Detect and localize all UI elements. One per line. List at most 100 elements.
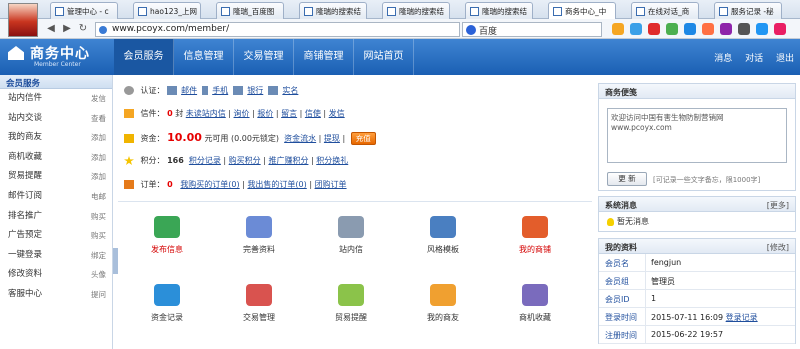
browser-tab[interactable]: 管理中心 - c [50,2,118,19]
trade-icon[interactable] [246,284,272,306]
user-avatar[interactable] [8,3,38,37]
reminder-icon[interactable] [338,284,364,306]
browser-tab[interactable]: 服务记录 -秘 [714,2,782,19]
quick-action-label[interactable]: 交易管理 [215,312,303,323]
quick-action[interactable]: 我的商友 [399,274,487,338]
sidebar-item[interactable]: 邮件订阅 电邮 [0,187,112,207]
unread-mail-link[interactable]: 未读站内信 [186,109,226,118]
sidebar-item-action[interactable]: 电邮 [91,187,106,207]
sidebar-item-label[interactable]: 贸易提醒 [8,171,42,181]
quick-action[interactable]: 资金记录 [123,274,211,338]
quick-action[interactable]: 风格模板 [399,206,487,270]
sidebar-item[interactable]: 我的商友 添加 [0,128,112,148]
sidebar-item[interactable]: 站内信件 发信 [0,89,112,109]
message-link[interactable]: 留言 [281,109,297,118]
inquiry-link[interactable]: 询价 [234,109,250,118]
sidebar-item-label[interactable]: 商机收藏 [8,152,42,162]
sidebar-item-label[interactable]: 广告预定 [8,230,42,240]
logo[interactable]: 商务中心 Member Center [8,42,116,72]
search-field[interactable]: 百度 [462,22,602,37]
quick-action-label[interactable]: 站内信 [307,244,395,255]
memo-update-button[interactable]: 更 新 [607,172,647,186]
quick-action-label[interactable]: 贸易提醒 [307,312,395,323]
browser-tab[interactable]: hao123_上网 [133,2,201,19]
extension-icon[interactable] [630,23,642,35]
sidebar-item-action[interactable]: 发信 [91,89,106,109]
quick-action[interactable]: 交易管理 [215,274,303,338]
memo-textarea[interactable]: 欢迎访问中国有害生物防制营销网 www.pcoyx.com [607,108,787,163]
nav-member-service[interactable]: 会员服务 [114,39,174,75]
auth-email-link[interactable]: 邮件 [181,86,197,95]
quick-action[interactable]: 商机收藏 [491,274,579,338]
quote-link[interactable]: 报价 [257,109,273,118]
template-icon[interactable] [430,216,456,238]
quick-action[interactable]: 完善资料 [215,206,303,270]
sidebar-item-action[interactable]: 提问 [91,285,106,305]
redeem-points-link[interactable]: 积分换礼 [316,156,348,165]
extension-icon[interactable] [684,23,696,35]
extension-icon[interactable] [612,23,624,35]
sidebar-item-action[interactable]: 购买 [91,207,106,227]
auth-bank-link[interactable]: 银行 [247,86,263,95]
browser-tab[interactable]: 隆瑞的搜索结 [465,2,533,19]
points-record-link[interactable]: 积分记录 [189,156,221,165]
profile-edit-link[interactable]: [修改] [767,242,789,253]
publish-icon[interactable] [154,216,180,238]
messages-link[interactable]: 消息 [714,54,732,64]
wechat-icon[interactable] [666,23,678,35]
chat-link[interactable]: 对话 [745,54,763,64]
sidebar-item-label[interactable]: 一键登录 [8,250,42,260]
sidebar-item[interactable]: 一键登录 绑定 [0,246,112,266]
sidebar-item[interactable]: 贸易提醒 添加 [0,167,112,187]
messenger-link[interactable]: 信使 [305,109,321,118]
sidebar-item-action[interactable]: 添加 [91,128,106,148]
sidebar-item-action[interactable]: 购买 [91,226,106,246]
sidebar-item-action[interactable]: 添加 [91,148,106,168]
profile-edit-icon[interactable] [246,216,272,238]
refresh-icon[interactable]: ↻ [76,22,90,36]
funds-record-icon[interactable] [154,284,180,306]
login-record-link[interactable]: 登录记录 [726,313,758,322]
browser-tab[interactable]: 隆瑞_百度图 [216,2,284,19]
sidebar-item-label[interactable]: 站内交谈 [8,113,42,123]
sidebar-item-label[interactable]: 邮件订阅 [8,191,42,201]
sidebar-item[interactable]: 商机收藏 添加 [0,148,112,168]
back-icon[interactable]: ◀ [44,22,58,36]
sidebar-item-label[interactable]: 排名推广 [8,211,42,221]
sidebar-item[interactable]: 排名推广 购买 [0,207,112,227]
quick-action[interactable]: 贸易提醒 [307,274,395,338]
quick-action[interactable]: 发布信息 [123,206,211,270]
quick-action-label[interactable]: 资金记录 [123,312,211,323]
friends-icon[interactable] [430,284,456,306]
extension-icon[interactable] [756,23,768,35]
quick-action-label[interactable]: 完善资料 [215,244,303,255]
auth-realname-link[interactable]: 实名 [282,86,298,95]
nav-shop-manage[interactable]: 商铺管理 [294,39,354,75]
sidebar-item[interactable]: 客服中心 提问 [0,285,112,305]
send-mail-link[interactable]: 发信 [329,109,345,118]
nav-trade-manage[interactable]: 交易管理 [234,39,294,75]
inbox-icon[interactable] [338,216,364,238]
bought-orders-link[interactable]: 我购买的订单(0) [180,180,239,189]
buy-points-link[interactable]: 购买积分 [229,156,261,165]
shop-icon[interactable] [522,216,548,238]
sidebar-item[interactable]: 广告预定 购买 [0,226,112,246]
browser-tab[interactable]: 商务中心_中 [548,2,616,19]
sidebar-item-action[interactable]: 绑定 [91,246,106,266]
quick-action-label[interactable]: 发布信息 [123,244,211,255]
url-field[interactable]: www.pcoyx.com/member/ [95,22,460,37]
logout-link[interactable]: 退出 [776,54,794,64]
auth-phone-link[interactable]: 手机 [212,86,228,95]
extension-icon[interactable] [720,23,732,35]
sidebar-item-label[interactable]: 客服中心 [8,289,42,299]
sidebar-item-action[interactable]: 头像 [91,265,106,285]
sidebar-item[interactable]: 站内交谈 查看 [0,109,112,129]
extension-icon[interactable] [702,23,714,35]
earn-points-link[interactable]: 推广赚积分 [268,156,308,165]
quick-action-label[interactable]: 我的商铺 [491,244,579,255]
group-orders-link[interactable]: 团购订单 [315,180,347,189]
sidebar-item-label[interactable]: 我的商友 [8,132,42,142]
sidebar-item-label[interactable]: 修改资料 [8,269,42,279]
quick-action-label[interactable]: 商机收藏 [491,312,579,323]
recharge-button[interactable]: 充值 [350,132,376,145]
